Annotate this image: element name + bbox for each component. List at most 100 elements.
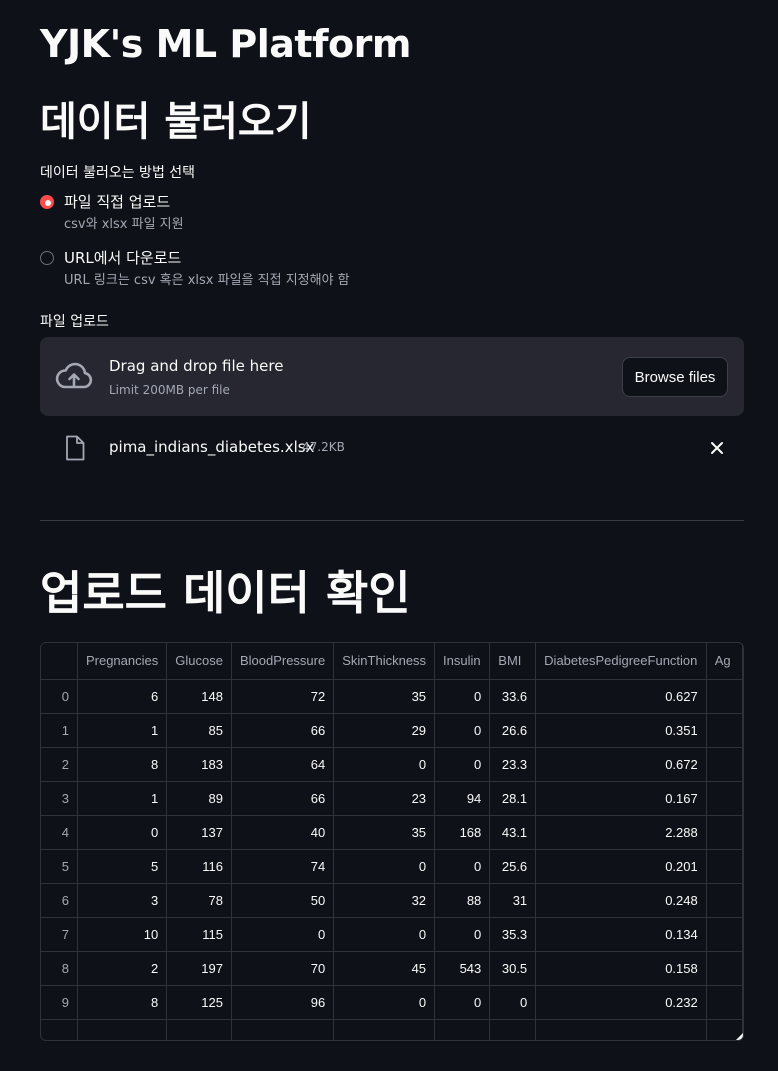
table-cell[interactable]: 125 [166, 985, 232, 1020]
table-cell[interactable]: 0.627 [535, 679, 707, 714]
table-cell[interactable]: 94 [434, 781, 491, 816]
table-cell[interactable]: 116 [166, 849, 232, 884]
table-cell[interactable]: 0.201 [535, 849, 707, 884]
table-cell[interactable]: 0.248 [535, 883, 707, 918]
table-cell[interactable]: 197 [166, 951, 232, 986]
table-cell[interactable]: 66 [231, 713, 335, 748]
table-cell[interactable]: 0.351 [535, 713, 707, 748]
table-cell[interactable]: 88 [434, 883, 491, 918]
table-cell[interactable]: 66 [231, 781, 335, 816]
table-cell[interactable]: 78 [166, 883, 232, 918]
file-dropzone[interactable]: Drag and drop file here Limit 200MB per … [40, 337, 744, 416]
table-cell[interactable]: 115 [166, 917, 232, 952]
table-cell[interactable]: 30.5 [489, 951, 537, 986]
dataframe-viewer[interactable]: Pregnancies Glucose BloodPressure SkinTh… [40, 642, 744, 1041]
table-cell[interactable]: 28.1 [489, 781, 537, 816]
column-header[interactable]: Glucose [166, 643, 232, 680]
resize-handle-icon[interactable] [736, 1033, 743, 1040]
radio-unselected-icon[interactable] [40, 251, 54, 265]
table-cell[interactable]: 23.3 [489, 747, 537, 782]
table-cell[interactable] [489, 1019, 537, 1040]
table-cell[interactable] [77, 1019, 168, 1040]
table-cell[interactable]: 0 [333, 917, 436, 952]
radio-option-url-download[interactable]: URL에서 다운로드 URL 링크는 csv 혹은 xlsx 파일을 직접 지정… [40, 248, 350, 289]
table-cell[interactable]: 10 [77, 917, 168, 952]
table-cell[interactable]: 1 [77, 713, 168, 748]
table-cell[interactable]: 33.6 [489, 679, 537, 714]
table-cell[interactable]: 70 [231, 951, 335, 986]
table-cell[interactable]: 35 [333, 679, 436, 714]
table-cell[interactable]: 183 [166, 747, 232, 782]
table-cell[interactable] [166, 1019, 232, 1040]
table-cell[interactable]: 31 [489, 883, 537, 918]
table-cell[interactable] [706, 679, 743, 714]
table-cell[interactable]: 72 [231, 679, 335, 714]
table-cell[interactable] [706, 985, 743, 1020]
table-cell[interactable]: 0 [231, 917, 335, 952]
table-cell[interactable] [706, 883, 743, 918]
table-cell[interactable] [706, 781, 743, 816]
table-cell[interactable]: 0 [434, 985, 491, 1020]
browse-files-button[interactable]: Browse files [622, 357, 728, 397]
table-cell[interactable] [706, 747, 743, 782]
column-header[interactable]: BMI [489, 643, 537, 680]
table-cell[interactable]: 0.134 [535, 917, 707, 952]
table-cell[interactable]: 0.232 [535, 985, 707, 1020]
table-cell[interactable]: 32 [333, 883, 436, 918]
table-cell[interactable]: 168 [434, 815, 491, 850]
table-cell[interactable]: 29 [333, 713, 436, 748]
table-cell[interactable]: 0.167 [535, 781, 707, 816]
table-cell[interactable]: 0 [434, 917, 491, 952]
table-cell[interactable]: 543 [434, 951, 491, 986]
radio-selected-icon[interactable] [40, 195, 54, 209]
table-cell[interactable]: 85 [166, 713, 232, 748]
radio-option-file-upload[interactable]: 파일 직접 업로드 csv와 xlsx 파일 지원 [40, 192, 184, 233]
table-cell[interactable]: 0 [77, 815, 168, 850]
table-cell[interactable]: 96 [231, 985, 335, 1020]
table-cell[interactable]: 40 [231, 815, 335, 850]
table-cell[interactable] [706, 849, 743, 884]
table-cell[interactable] [706, 713, 743, 748]
table-cell[interactable]: 2 [77, 951, 168, 986]
table-cell[interactable]: 3 [77, 883, 168, 918]
table-cell[interactable]: 0 [489, 985, 537, 1020]
table-cell[interactable]: 6 [77, 679, 168, 714]
table-cell[interactable]: 0 [434, 679, 491, 714]
table-cell[interactable] [706, 917, 743, 952]
table-cell[interactable] [706, 951, 743, 986]
table-cell[interactable]: 26.6 [489, 713, 537, 748]
table-cell[interactable]: 25.6 [489, 849, 537, 884]
table-cell[interactable]: 148 [166, 679, 232, 714]
table-cell[interactable]: 0 [434, 747, 491, 782]
table-cell[interactable]: 5 [77, 849, 168, 884]
table-cell[interactable]: 1 [77, 781, 168, 816]
table-cell[interactable]: 45 [333, 951, 436, 986]
table-cell[interactable] [706, 815, 743, 850]
column-header[interactable]: Insulin [434, 643, 491, 680]
column-header[interactable]: DiabetesPedigreeFunction [535, 643, 707, 680]
table-cell[interactable]: 43.1 [489, 815, 537, 850]
table-cell[interactable]: 0 [434, 713, 491, 748]
table-cell[interactable] [333, 1019, 436, 1040]
column-header[interactable]: BloodPressure [231, 643, 335, 680]
table-cell[interactable]: 64 [231, 747, 335, 782]
table-cell[interactable] [535, 1019, 707, 1040]
table-cell[interactable]: 8 [77, 985, 168, 1020]
table-cell[interactable]: 74 [231, 849, 335, 884]
close-icon[interactable] [708, 439, 726, 457]
table-cell[interactable]: 0 [333, 747, 436, 782]
table-cell[interactable]: 8 [77, 747, 168, 782]
table-cell[interactable]: 0 [434, 849, 491, 884]
table-cell[interactable]: 35.3 [489, 917, 537, 952]
table-cell[interactable]: 137 [166, 815, 232, 850]
column-header[interactable]: SkinThickness [333, 643, 436, 680]
table-cell[interactable]: 0 [333, 985, 436, 1020]
table-cell[interactable]: 23 [333, 781, 436, 816]
table-cell[interactable]: 2.288 [535, 815, 707, 850]
table-cell[interactable] [231, 1019, 335, 1040]
table-cell[interactable]: 35 [333, 815, 436, 850]
table-cell[interactable]: 0 [333, 849, 436, 884]
table-cell[interactable]: 0.158 [535, 951, 707, 986]
table-cell[interactable] [434, 1019, 491, 1040]
table-cell[interactable]: 89 [166, 781, 232, 816]
